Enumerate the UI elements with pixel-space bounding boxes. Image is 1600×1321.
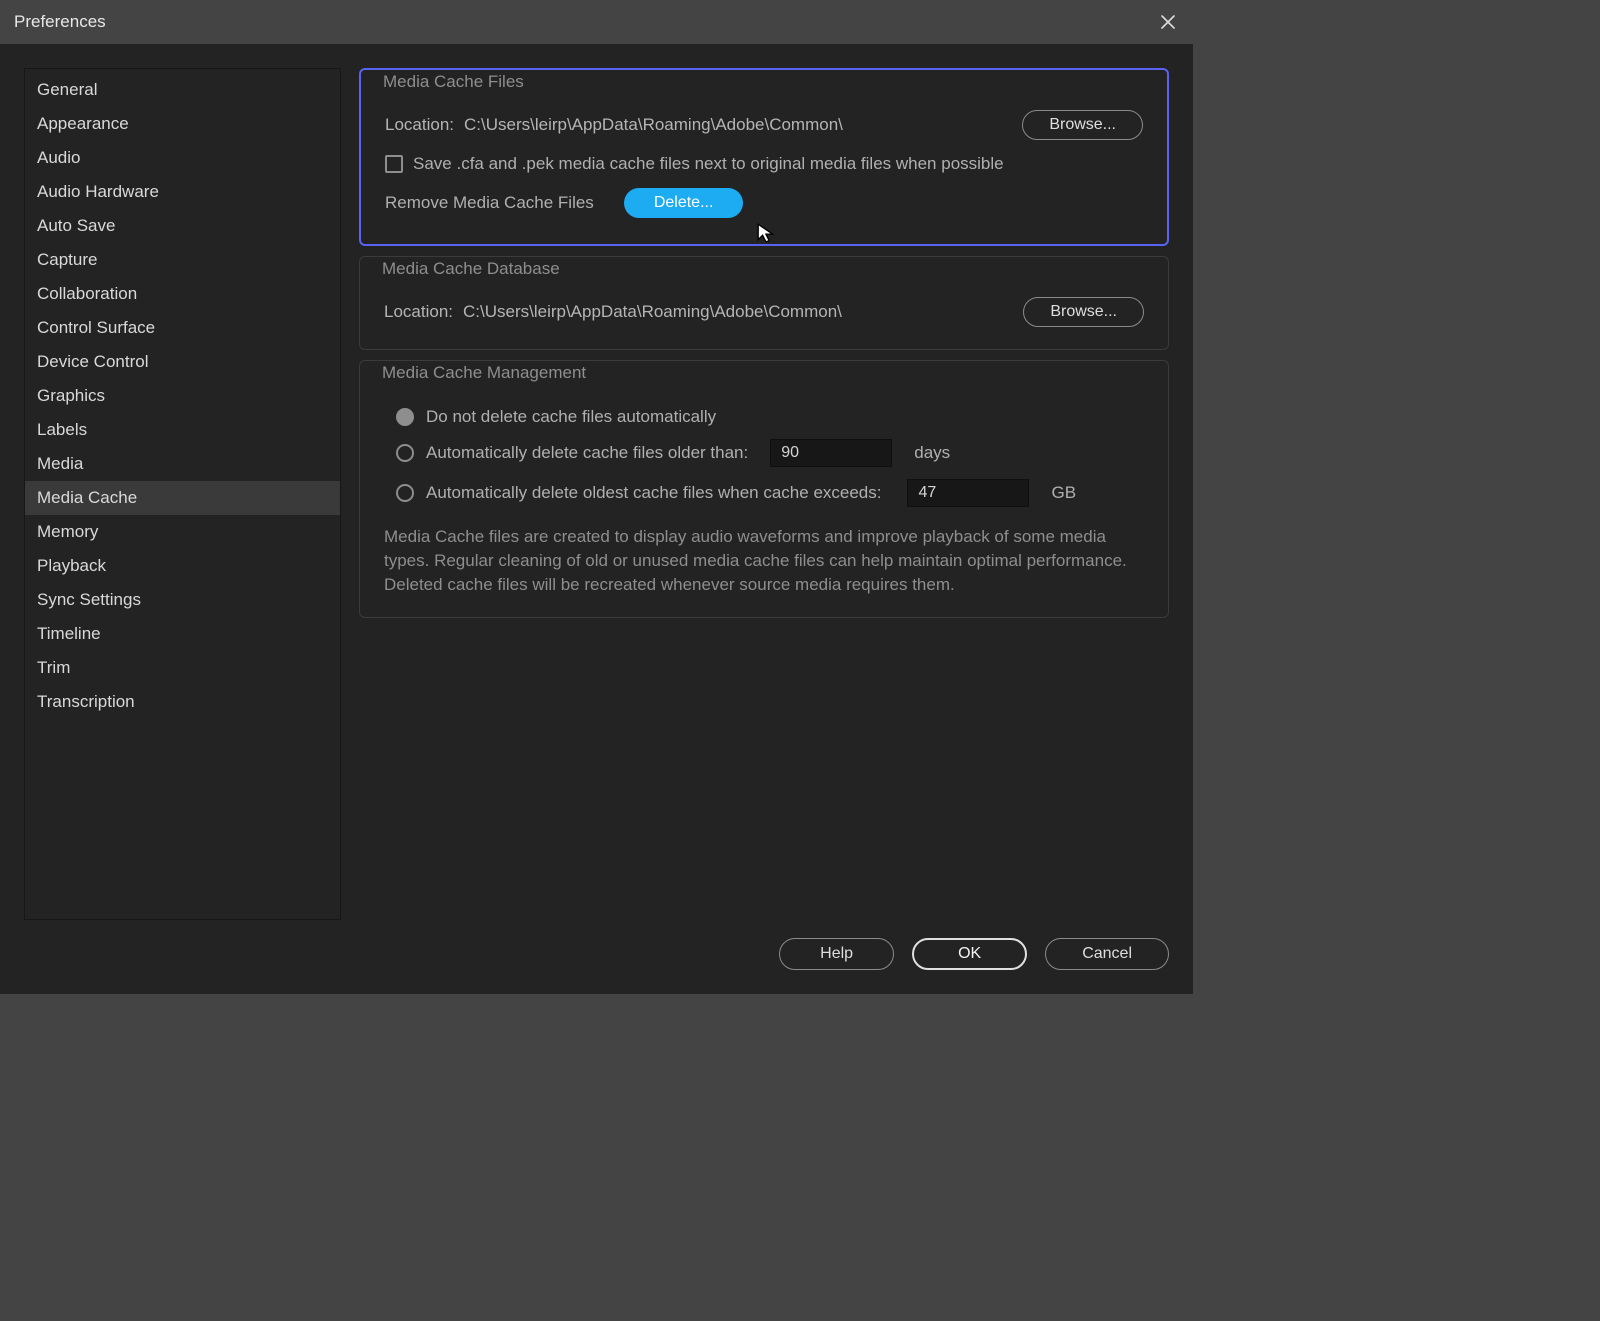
titlebar: Preferences [0,0,1193,44]
sidebar-item-media-cache[interactable]: Media Cache [25,481,340,515]
radio-row-no-delete: Do not delete cache files automatically [396,407,1144,427]
help-button[interactable]: Help [779,938,894,970]
sidebar-item-auto-save[interactable]: Auto Save [25,209,340,243]
label-older-than: Automatically delete cache files older t… [426,443,748,463]
label-no-delete: Do not delete cache files automatically [426,407,716,427]
sidebar-item-labels[interactable]: Labels [25,413,340,447]
sidebar-item-capture[interactable]: Capture [25,243,340,277]
sidebar-item-playback[interactable]: Playback [25,549,340,583]
close-icon[interactable] [1157,11,1179,33]
label-exceeds: Automatically delete oldest cache files … [426,483,881,503]
legend-media-cache-database: Media Cache Database [378,259,564,279]
radio-row-older-than: Automatically delete cache files older t… [396,439,1144,467]
sidebar-item-transcription[interactable]: Transcription [25,685,340,719]
radio-exceeds[interactable] [396,484,414,502]
browse-cache-files-button[interactable]: Browse... [1022,110,1143,140]
label-save-next: Save .cfa and .pek media cache files nex… [413,154,1004,174]
window-title: Preferences [14,12,106,32]
radio-row-exceeds: Automatically delete oldest cache files … [396,479,1144,507]
sidebar-item-timeline[interactable]: Timeline [25,617,340,651]
sidebar-item-trim[interactable]: Trim [25,651,340,685]
dialog-footer: Help OK Cancel [24,920,1169,970]
sidebar: General Appearance Audio Audio Hardware … [24,68,341,920]
sidebar-item-collaboration[interactable]: Collaboration [25,277,340,311]
label-gb-unit: GB [1051,483,1076,503]
browse-cache-db-button[interactable]: Browse... [1023,297,1144,327]
row-remove-cache: Remove Media Cache Files Delete... [385,188,1143,218]
cancel-button[interactable]: Cancel [1045,938,1169,970]
fieldset-media-cache-management: Media Cache Management Do not delete cac… [359,360,1169,618]
workarea: General Appearance Audio Audio Hardware … [0,44,1193,994]
label-db-location: Location: [384,302,453,322]
legend-media-cache-management: Media Cache Management [378,363,590,383]
fieldset-media-cache-database: Media Cache Database Location: C:\Users\… [359,256,1169,350]
radio-older-than[interactable] [396,444,414,462]
ok-button[interactable]: OK [912,938,1027,970]
row-cache-files-location: Location: C:\Users\leirp\AppData\Roaming… [385,110,1143,140]
sidebar-item-audio-hardware[interactable]: Audio Hardware [25,175,340,209]
label-remove-cache: Remove Media Cache Files [385,193,594,213]
split: General Appearance Audio Audio Hardware … [24,68,1169,920]
value-db-location: C:\Users\leirp\AppData\Roaming\Adobe\Com… [463,302,1013,322]
sidebar-item-audio[interactable]: Audio [25,141,340,175]
delete-cache-button[interactable]: Delete... [624,188,744,218]
radio-no-delete[interactable] [396,408,414,426]
sidebar-item-appearance[interactable]: Appearance [25,107,340,141]
value-location: C:\Users\leirp\AppData\Roaming\Adobe\Com… [464,115,1012,135]
label-days-unit: days [914,443,950,463]
sidebar-item-general[interactable]: General [25,73,340,107]
sidebar-item-control-surface[interactable]: Control Surface [25,311,340,345]
management-description: Media Cache files are created to display… [384,525,1144,597]
sidebar-item-device-control[interactable]: Device Control [25,345,340,379]
main-panel: Media Cache Files Location: C:\Users\lei… [359,68,1169,920]
sidebar-item-sync-settings[interactable]: Sync Settings [25,583,340,617]
row-save-next: Save .cfa and .pek media cache files nex… [385,154,1143,174]
sidebar-item-graphics[interactable]: Graphics [25,379,340,413]
input-older-than-days[interactable] [770,439,892,467]
row-cache-db-location: Location: C:\Users\leirp\AppData\Roaming… [384,297,1144,327]
fieldset-media-cache-files: Media Cache Files Location: C:\Users\lei… [359,68,1169,246]
checkbox-save-next[interactable] [385,155,403,173]
input-exceeds-gb[interactable] [907,479,1029,507]
legend-media-cache-files: Media Cache Files [379,72,528,92]
label-location: Location: [385,115,454,135]
sidebar-item-memory[interactable]: Memory [25,515,340,549]
sidebar-item-media[interactable]: Media [25,447,340,481]
